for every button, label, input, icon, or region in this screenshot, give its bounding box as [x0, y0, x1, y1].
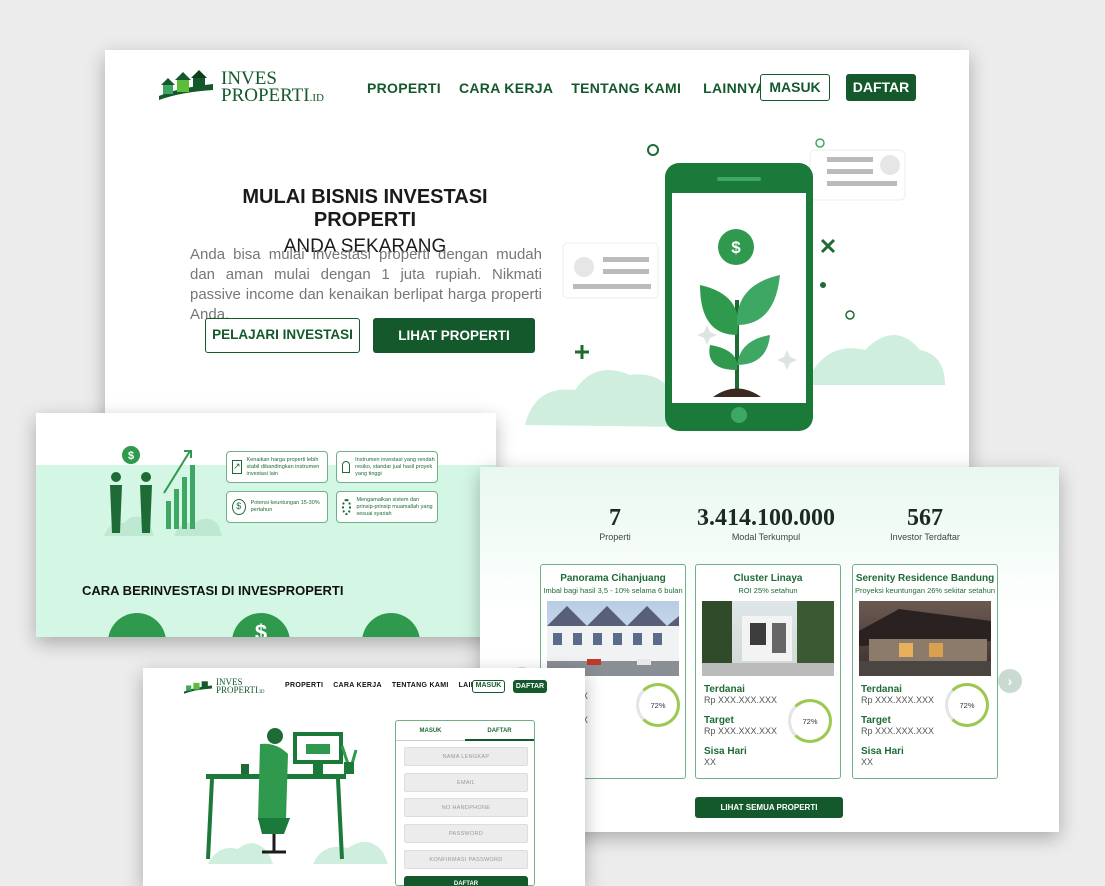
- brand-line2: PROPERTI: [216, 685, 258, 696]
- nav-tentang-kami[interactable]: TENTANG KAMI: [392, 682, 449, 689]
- property-name: Serenity Residence Bandung: [855, 573, 995, 584]
- property-card[interactable]: Cluster Linaya ROI 25% setahun Terdanai …: [695, 564, 841, 779]
- password-field[interactable]: PASSWORD: [404, 824, 528, 843]
- stat-label: Properti: [599, 532, 631, 542]
- login-button[interactable]: MASUK: [760, 74, 830, 101]
- stat-value: 7: [609, 505, 621, 531]
- property-image: [702, 601, 834, 676]
- form-tabs: MASUK DAFTAR: [396, 721, 534, 741]
- money-icon: $: [232, 499, 246, 515]
- investors-illustration: $: [104, 446, 222, 536]
- stat-investor: 567 Investor Terdaftar: [875, 505, 975, 542]
- small-nav: PROPERTI CARA KERJA TENTANG KAMI LAINNYA: [285, 682, 491, 689]
- property-name: Cluster Linaya: [733, 573, 803, 584]
- benefit-card: $ Potensi keuntungan 15-30% pertahun: [226, 491, 328, 523]
- hero-screen: INVES PROPERTI.ID PROPERTI CARA KERJA TE…: [105, 50, 969, 470]
- submit-register-button[interactable]: DAFTAR: [404, 876, 528, 886]
- property-subtitle: ROI 25% setahun: [738, 586, 798, 595]
- register-button[interactable]: DAFTAR: [846, 74, 916, 101]
- see-all-properties-button[interactable]: LIHAT SEMUA PROPERTI: [695, 797, 843, 818]
- stat-label: Investor Terdaftar: [890, 532, 960, 542]
- phone-plant-illustration: $: [525, 138, 945, 431]
- nav-lainnya[interactable]: LAINNYA: [703, 80, 766, 96]
- learn-investment-button[interactable]: PELAJARI INVESTASI: [205, 318, 360, 353]
- stat-modal: 3.414.100.000 Modal Terkumpul: [678, 505, 854, 542]
- desk-illustration: [206, 728, 388, 864]
- email-field[interactable]: EMAIL: [404, 773, 528, 792]
- benefit-card: ↗ Kenaikan harga properti lebih stabil d…: [226, 451, 328, 483]
- property-card[interactable]: Serenity Residence Bandung Proyeksi keun…: [852, 564, 998, 779]
- brand-logo[interactable]: INVES PROPERTI.ID: [157, 69, 324, 107]
- growth-chart-icon: ↗: [232, 460, 242, 474]
- brand-line2: PROPERTI: [221, 85, 310, 107]
- nav-properti[interactable]: PROPERTI: [285, 682, 323, 689]
- benefit-card: Instrumen investasi yang rendah resiko, …: [336, 451, 438, 483]
- benefit-text: Kenaikan harga properti lebih stabil dib…: [246, 456, 320, 477]
- nav-cara-kerja[interactable]: CARA KERJA: [333, 682, 382, 689]
- benefit-text: Potensi keuntungan 15-30% pertahun: [250, 500, 320, 513]
- tab-register[interactable]: DAFTAR: [465, 721, 534, 741]
- hero-description: Anda bisa mulai investasi properti denga…: [190, 246, 542, 323]
- full-name-field[interactable]: NAMA LENGKAP: [404, 747, 528, 766]
- houses-logo-icon: [159, 70, 213, 101]
- nav-tentang-kami[interactable]: TENTANG KAMI: [571, 80, 681, 96]
- stat-properti: 7 Properti: [580, 505, 650, 542]
- progress-ring: 72%: [945, 683, 989, 727]
- property-name: Panorama Cihanjuang: [560, 573, 666, 584]
- next-arrow-icon[interactable]: ›: [998, 669, 1022, 693]
- gear-icon: [342, 499, 352, 515]
- property-subtitle: Imbal bagi hasil 3,5 - 10% selama 6 bula…: [543, 586, 683, 595]
- brand-logo-small[interactable]: INVES PROPERTI.ID: [183, 678, 265, 696]
- login-button[interactable]: MASUK: [472, 680, 505, 693]
- houses-logo-icon: [184, 681, 212, 694]
- register-button[interactable]: DAFTAR: [513, 680, 547, 693]
- benefits-screen: $ ↗ Kenaikan harga properti lebih stabil…: [36, 413, 496, 637]
- stat-value: 567: [907, 505, 943, 531]
- target-value: Rp XXX.XXX.XXX: [861, 726, 935, 736]
- how-to-invest-title: CARA BERINVESTASI DI INVESPROPERTI: [82, 583, 344, 598]
- hero-title-line1: MULAI BISNIS INVESTASI PROPERTI: [242, 186, 488, 231]
- confirm-password-field[interactable]: KONFIRMASI PASSWORD: [404, 850, 528, 869]
- phone-field[interactable]: NO HANDPHONE: [404, 798, 528, 817]
- brand-suffix: .ID: [309, 92, 324, 105]
- property-image: [859, 601, 991, 676]
- funded-label: Terdanai: [704, 684, 745, 695]
- stat-value: 3.414.100.000: [697, 505, 835, 531]
- register-form: MASUK DAFTAR NAMA LENGKAP EMAIL NO HANDP…: [395, 720, 535, 886]
- register-screen: INVES PROPERTI.ID PROPERTI CARA KERJA TE…: [143, 668, 585, 886]
- gauge-icon: [342, 461, 351, 473]
- days-left-label: Sisa Hari: [861, 746, 904, 757]
- nav-properti[interactable]: PROPERTI: [367, 80, 441, 96]
- main-nav: PROPERTI CARA KERJA TENTANG KAMI LAINNYA: [367, 80, 766, 96]
- nav-cara-kerja[interactable]: CARA KERJA: [459, 80, 553, 96]
- days-left-value: XX: [704, 757, 717, 767]
- progress-ring: 72%: [636, 683, 680, 727]
- benefit-text: Mengamalkan sistem dan prinsip-prinsip m…: [356, 496, 433, 517]
- days-left-value: XX: [861, 757, 874, 767]
- benefit-text: Instrumen investasi yang rendah resiko, …: [355, 456, 435, 477]
- progress-ring: 72%: [788, 699, 832, 743]
- days-left-label: Sisa Hari: [704, 746, 747, 757]
- stat-label: Modal Terkumpul: [731, 532, 801, 542]
- property-image: [547, 601, 679, 676]
- tab-login[interactable]: MASUK: [396, 721, 465, 741]
- property-subtitle: Proyeksi keuntungan 26% sekitar setahun: [854, 586, 996, 595]
- svg-text:$: $: [731, 238, 741, 257]
- benefit-card: Mengamalkan sistem dan prinsip-prinsip m…: [336, 491, 438, 523]
- brand-suffix: .ID: [257, 690, 265, 696]
- svg-text:$: $: [128, 450, 134, 462]
